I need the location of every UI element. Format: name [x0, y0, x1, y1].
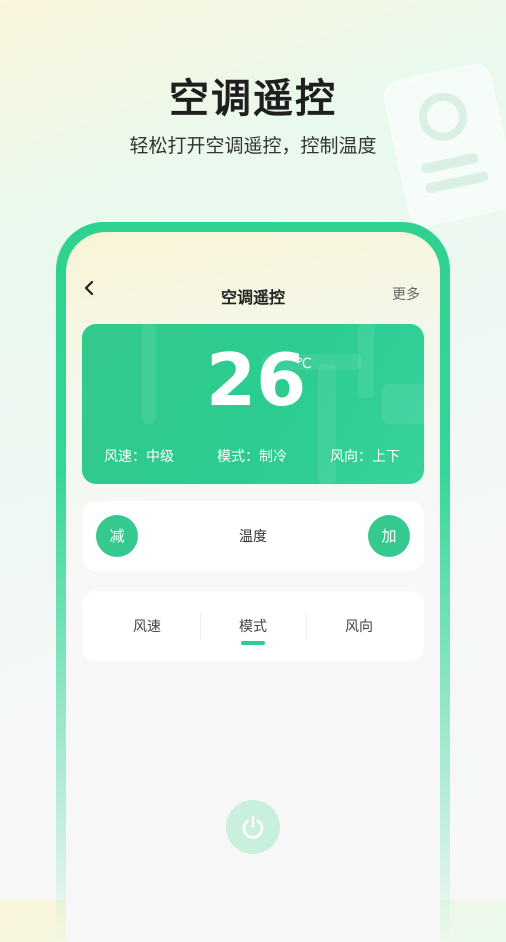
temperature-card: 26 ℃ 风速：中级 模式：制冷 风向：上下 — [82, 324, 424, 484]
page-title: 空调遥控 — [220, 288, 285, 307]
direction-status: 风向：上下 — [330, 449, 400, 465]
temperature-control: 减 温度 加 — [82, 501, 424, 571]
hero-subtitle: 轻松打开空调遥控，控制温度 — [129, 135, 377, 157]
app-screen: 空调遥控 更多 26 ℃ 风速：中级 模式：制冷 风向：上下 减 温度 加 风速… — [66, 232, 440, 942]
hero-title: 空调遥控 — [169, 76, 337, 122]
increase-temperature-button[interactable]: 加 — [368, 515, 410, 557]
tab-mode[interactable]: 模式 — [196, 616, 310, 636]
power-icon — [242, 815, 264, 839]
temperature-unit: ℃ — [296, 356, 312, 372]
tab-direction[interactable]: 风向 — [302, 616, 416, 636]
control-tabs: 风速 模式 风向 — [82, 591, 424, 661]
power-button[interactable] — [226, 800, 280, 854]
tab-fan-speed[interactable]: 风速 — [90, 616, 204, 636]
fan-speed-status: 风速：中级 — [104, 449, 174, 465]
mode-status: 模式：制冷 — [217, 449, 287, 465]
temperature-value: 26 — [206, 338, 307, 422]
active-tab-indicator — [241, 641, 265, 645]
more-button[interactable]: 更多 — [392, 284, 420, 304]
phone-frame: 空调遥控 更多 26 ℃ 风速：中级 模式：制冷 风向：上下 减 温度 加 风速… — [56, 222, 450, 942]
